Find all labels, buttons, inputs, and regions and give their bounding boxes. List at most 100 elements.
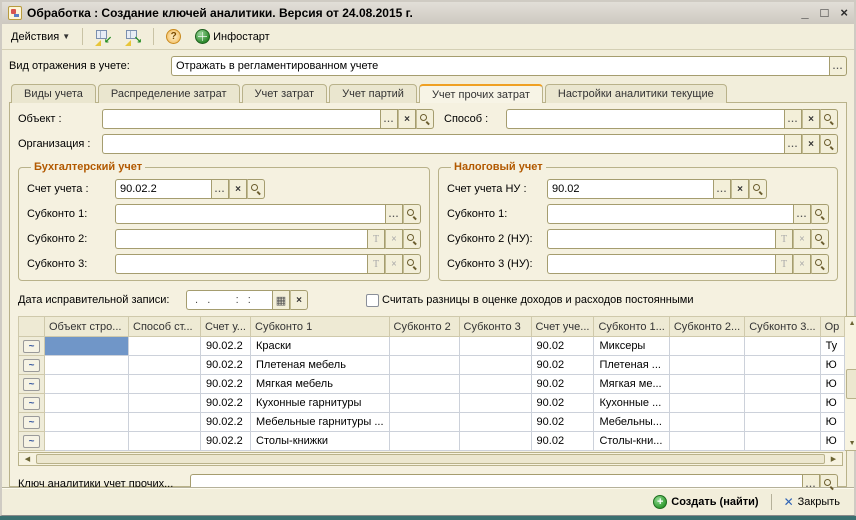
table-cell[interactable]	[388, 336, 460, 356]
table-cell[interactable]: Ю	[819, 412, 845, 432]
table-cell[interactable]: Миксеры	[593, 336, 670, 356]
tax-account-select-button[interactable]: ...	[713, 179, 731, 199]
object-open-button[interactable]	[416, 109, 434, 129]
table-cell[interactable]	[44, 393, 129, 413]
actions-menu-button[interactable]: Действия ▼	[6, 29, 75, 45]
scroll-left-icon[interactable]: ◀	[20, 455, 35, 463]
vertical-scroll-thumb[interactable]	[845, 368, 856, 399]
help-button[interactable]: ?	[161, 27, 186, 46]
account-open-button[interactable]	[247, 179, 265, 199]
object-clear-button[interactable]: ×	[398, 109, 416, 129]
table-cell[interactable]	[44, 355, 129, 375]
table-cell[interactable]	[388, 374, 460, 394]
table-cell[interactable]: Мебельны...	[593, 412, 670, 432]
column-header[interactable]: Счет у...	[200, 316, 251, 337]
table-cell[interactable]: Ту	[819, 336, 845, 356]
column-header[interactable]: Субконто 1...	[593, 316, 670, 337]
sposob-open-button[interactable]	[820, 109, 838, 129]
table-cell[interactable]	[668, 336, 746, 356]
subkonto2-clear-button[interactable]: ×	[385, 229, 403, 249]
subkonto1-input[interactable]	[115, 204, 385, 224]
table-cell[interactable]: Столы-книжки	[250, 431, 390, 451]
table-cell[interactable]	[458, 355, 532, 375]
row-marker-cell[interactable]: ~	[18, 374, 45, 394]
table-cell[interactable]	[388, 431, 460, 451]
tab-raspredelenie-zatrat[interactable]: Распределение затрат	[97, 84, 240, 103]
close-window-button[interactable]: ×	[840, 6, 848, 20]
column-header[interactable]: Субконто 3	[458, 316, 532, 337]
organization-select-button[interactable]: ...	[784, 134, 802, 154]
correction-date-input[interactable]	[186, 290, 272, 310]
subkonto3-type-button[interactable]: T	[367, 254, 385, 274]
table-cell[interactable]	[668, 355, 746, 375]
table-cell[interactable]: Столы-кни...	[593, 431, 670, 451]
account-input[interactable]	[115, 179, 211, 199]
row-marker-cell[interactable]: ~	[18, 355, 45, 375]
vertical-scrollbar[interactable]: ▲ ▼	[844, 316, 856, 451]
table-cell[interactable]	[44, 412, 129, 432]
save-values-button[interactable]: ↘	[120, 27, 146, 46]
tab-uchet-zatrat[interactable]: Учет затрат	[241, 84, 328, 103]
close-button[interactable]: ✕ Закрыть	[780, 493, 844, 511]
column-header[interactable]: Субконто 3...	[744, 316, 821, 337]
horizontal-scrollbar[interactable]: ◀ ▶	[18, 452, 843, 466]
organization-clear-button[interactable]: ×	[802, 134, 820, 154]
organization-input[interactable]	[102, 134, 784, 154]
minimize-button[interactable]: _	[801, 6, 808, 20]
subkonto3-clear-button[interactable]: ×	[385, 254, 403, 274]
table-cell[interactable]: 90.02.2	[200, 412, 251, 432]
table-cell[interactable]	[668, 374, 746, 394]
table-cell[interactable]	[458, 374, 532, 394]
account-select-button[interactable]: ...	[211, 179, 229, 199]
infostart-button[interactable]: Инфостарт	[190, 27, 275, 46]
subkonto2-input[interactable]	[115, 229, 367, 249]
table-cell[interactable]	[44, 431, 129, 451]
subkonto1-open-button[interactable]	[403, 204, 421, 224]
sposob-input[interactable]	[506, 109, 784, 129]
table-cell[interactable]	[128, 374, 201, 394]
table-cell[interactable]	[744, 355, 821, 375]
row-marker-cell[interactable]: ~	[18, 412, 45, 432]
tab-vidy-ucheta[interactable]: Виды учета	[11, 84, 96, 103]
tax-subkonto2-input[interactable]	[547, 229, 775, 249]
table-cell[interactable]	[744, 374, 821, 394]
table-row[interactable]: ~90.02.2 Кухонные гарнитуры 90.02 Кухонные …	[18, 393, 845, 413]
tab-uchet-partiy[interactable]: Учет партий	[329, 84, 417, 103]
restore-values-button[interactable]: ↙	[90, 27, 116, 46]
horizontal-scroll-thumb[interactable]	[36, 454, 825, 464]
table-row[interactable]: ~90.02.2 Плетеная мебель 90.02 Плетеная ...…	[18, 355, 845, 375]
tax-subkonto3-open-button[interactable]	[811, 254, 829, 274]
correction-date-clear-button[interactable]: ×	[290, 290, 308, 310]
table-cell[interactable]	[128, 412, 201, 432]
tax-account-input[interactable]	[547, 179, 713, 199]
subkonto2-type-button[interactable]: T	[367, 229, 385, 249]
table-cell[interactable]: 90.02.2	[200, 336, 251, 356]
tax-account-open-button[interactable]	[749, 179, 767, 199]
table-cell[interactable]: Плетеная ...	[593, 355, 670, 375]
table-cell[interactable]: 90.02	[530, 393, 595, 413]
table-cell[interactable]: Ю	[819, 374, 845, 394]
table-cell[interactable]	[668, 412, 746, 432]
table-cell[interactable]	[44, 336, 129, 356]
tax-subkonto1-select-button[interactable]: ...	[793, 204, 811, 224]
organization-open-button[interactable]	[820, 134, 838, 154]
differences-checkbox[interactable]	[366, 293, 379, 307]
tax-subkonto2-open-button[interactable]	[811, 229, 829, 249]
table-cell[interactable]: 90.02.2	[200, 355, 251, 375]
table-cell[interactable]	[128, 431, 201, 451]
table-cell[interactable]	[128, 336, 201, 356]
table-row[interactable]: ~90.02.2 Мягкая мебель 90.02 Мягкая ме... Ю	[18, 374, 845, 394]
row-marker-cell[interactable]: ~	[18, 431, 45, 451]
table-cell[interactable]: Мебельные гарнитуры ...	[250, 412, 390, 432]
table-cell[interactable]: Плетеная мебель	[250, 355, 390, 375]
table-cell[interactable]: 90.02	[530, 374, 595, 394]
maximize-button[interactable]: □	[821, 6, 829, 20]
table-row[interactable]: ~90.02.2 Мебельные гарнитуры ... 90.02 Мебе…	[18, 412, 845, 432]
calendar-icon[interactable]: ▦	[272, 290, 290, 310]
column-header[interactable]: Ор	[819, 316, 845, 337]
table-cell[interactable]: 90.02	[530, 431, 595, 451]
table-cell[interactable]: 90.02	[530, 412, 595, 432]
create-find-button[interactable]: + Создать (найти)	[649, 493, 762, 511]
column-header[interactable]: Счет уче...	[530, 316, 595, 337]
object-select-button[interactable]: ...	[380, 109, 398, 129]
